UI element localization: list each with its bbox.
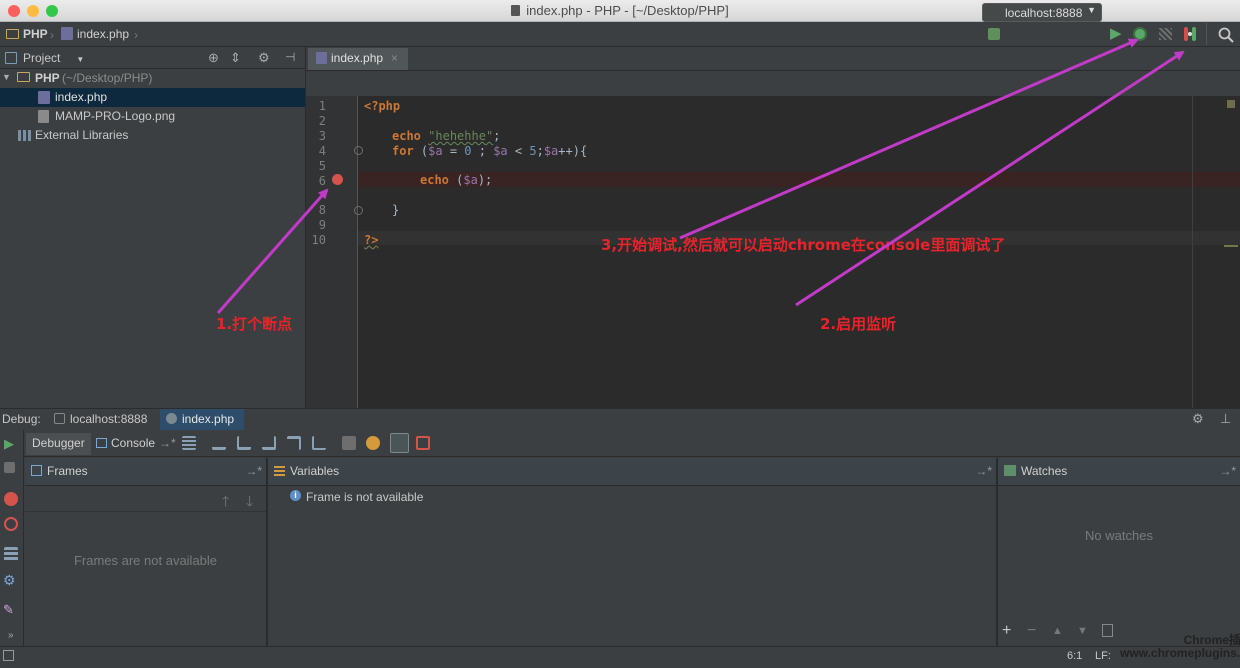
variables-icon <box>274 466 285 476</box>
watermark: Chrome插件网 www.chromeplugins.com <box>1120 634 1240 660</box>
watches-empty-message: No watches <box>1085 528 1153 543</box>
pin-panel-icon[interactable]: →* <box>1219 464 1236 478</box>
restore-layout-icon[interactable] <box>390 433 409 453</box>
arrow-to-listen-button <box>795 50 1185 307</box>
pin-panel-icon[interactable]: →* <box>245 464 262 478</box>
clear-console-icon[interactable] <box>416 436 430 450</box>
console-icon <box>96 438 107 448</box>
run-to-cursor-icon[interactable] <box>312 436 326 450</box>
info-icon: i <box>290 490 301 501</box>
variables-panel-header: Variables →* <box>268 458 996 486</box>
watches-icon <box>1004 465 1016 476</box>
line-separator[interactable]: LF: <box>1095 650 1111 662</box>
debugger-toolbar <box>24 430 1240 457</box>
step-into-icon[interactable] <box>237 436 251 450</box>
frames-icon <box>31 465 42 476</box>
hide-panel-icon[interactable]: ⊥ <box>1220 411 1231 427</box>
more-icon[interactable]: » <box>8 630 14 641</box>
remove-watch-icon[interactable]: − <box>1027 622 1036 640</box>
watches-panel-header: Watches →* <box>998 458 1240 486</box>
subtab-debugger[interactable]: Debugger <box>26 433 91 455</box>
pin-icon[interactable]: ✎ <box>3 602 14 618</box>
add-watch-icon[interactable]: + <box>1002 622 1011 640</box>
tool-windows-icon[interactable] <box>3 650 14 661</box>
move-up-icon[interactable]: ▲ <box>1052 625 1063 637</box>
subtab-console[interactable]: Console →* <box>90 433 182 455</box>
debug-session-icon <box>166 413 177 424</box>
frames-empty-message: Frames are not available <box>73 553 218 568</box>
resume-icon[interactable]: ▶ <box>4 436 14 452</box>
frames-panel-header: Frames →* <box>25 458 266 486</box>
settings-gear-icon[interactable]: ⚙ <box>1192 411 1204 427</box>
caret-position[interactable]: 6:1 <box>1067 650 1082 662</box>
step-out-icon[interactable] <box>287 436 301 450</box>
arrow-up-icon[interactable]: 🡑 <box>222 491 229 515</box>
stop-icon[interactable] <box>4 462 15 473</box>
show-execution-point-icon[interactable] <box>182 436 196 450</box>
force-step-into-icon[interactable] <box>262 436 276 450</box>
mute-breakpoints-icon[interactable] <box>4 517 18 531</box>
settings-gear-icon[interactable]: ⚙ <box>3 572 16 589</box>
evaluate-expression-icon[interactable] <box>342 436 356 450</box>
copy-icon[interactable] <box>1102 624 1113 637</box>
arrow-to-breakpoint <box>216 188 329 314</box>
arrow-down-icon[interactable]: 🡓 <box>246 491 253 515</box>
pin-tab-icon[interactable]: →* <box>159 436 176 450</box>
layout-icon[interactable] <box>4 547 18 561</box>
view-breakpoints-icon[interactable] <box>4 492 18 506</box>
watermark-line-2: www.chromeplugins.com <box>1120 646 1240 660</box>
variables-message: Frame is not available <box>306 490 424 504</box>
debug-label: Debug: <box>2 412 41 426</box>
arrow-to-debug-button <box>679 38 1139 240</box>
debug-tab-localhost[interactable]: localhost:8888 <box>48 409 153 430</box>
server-icon <box>54 413 65 424</box>
move-down-icon[interactable]: ▼ <box>1077 625 1088 637</box>
pin-panel-icon[interactable]: →* <box>975 464 992 478</box>
frames-toolbar <box>25 487 266 512</box>
debug-tab-index-php[interactable]: index.php <box>160 409 244 430</box>
step-over-icon[interactable] <box>212 436 226 450</box>
variables-panel <box>268 487 996 646</box>
toggle-watch-icon[interactable] <box>366 436 380 450</box>
status-bar <box>0 646 1240 668</box>
